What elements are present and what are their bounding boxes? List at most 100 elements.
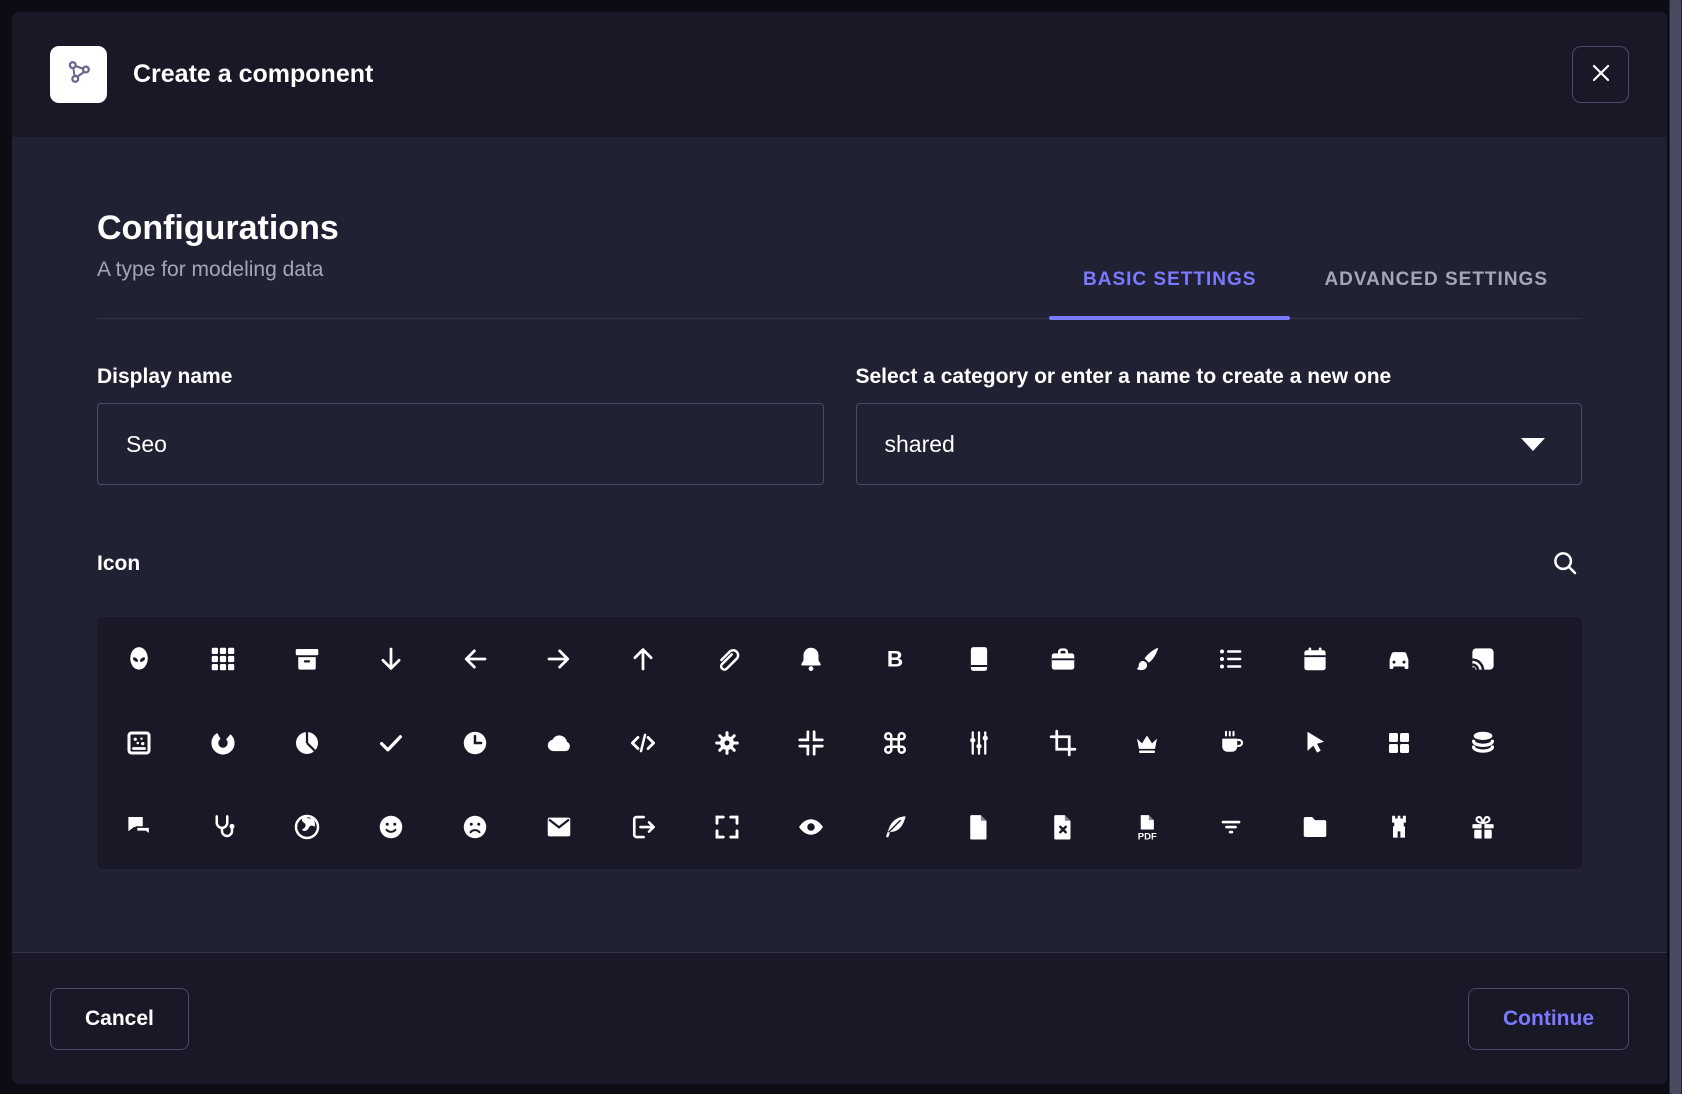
filter-icon (1216, 812, 1246, 842)
icon-option-feather[interactable] (853, 785, 937, 869)
gift-icon (1468, 812, 1498, 842)
icon-option-file[interactable] (937, 785, 1021, 869)
icon-option-exit[interactable] (601, 785, 685, 869)
icon-option-bold[interactable]: B (853, 617, 937, 701)
icon-option-bell[interactable] (769, 617, 853, 701)
cast-icon (1468, 644, 1498, 674)
bold-icon: B (880, 644, 910, 674)
bell-icon (796, 644, 826, 674)
doctor-icon (208, 812, 238, 842)
icon-option-earth[interactable] (265, 785, 349, 869)
emotion-unhappy-icon (460, 812, 490, 842)
book-icon (964, 644, 994, 674)
sliders-icon (964, 728, 994, 758)
scrollbar-thumb[interactable] (1670, 0, 1681, 1094)
brush-icon (1132, 644, 1162, 674)
icon-option-car[interactable] (1357, 617, 1441, 701)
icon-option-code[interactable] (601, 701, 685, 785)
icon-option-cursor[interactable] (1273, 701, 1357, 785)
arrow-up-icon (628, 644, 658, 674)
tab-advanced-settings[interactable]: ADVANCED SETTINGS (1290, 269, 1582, 318)
expand-icon (712, 812, 742, 842)
icon-option-eye[interactable] (769, 785, 853, 869)
icon-option-briefcase[interactable] (1021, 617, 1105, 701)
arrow-down-icon (376, 644, 406, 674)
cog-icon (712, 728, 742, 758)
icon-option-emotion-unhappy[interactable] (433, 785, 517, 869)
icon-option-cast[interactable] (1441, 617, 1525, 701)
icon-option-alien[interactable] (97, 617, 181, 701)
icon-option-envelope[interactable] (517, 785, 601, 869)
icon-option-brush[interactable] (1105, 617, 1189, 701)
category-select[interactable]: shared (856, 403, 1583, 485)
icon-option-cup[interactable] (1189, 701, 1273, 785)
bullet-list-icon (1216, 644, 1246, 674)
icon-option-sliders[interactable] (937, 701, 1021, 785)
crown-icon (1132, 728, 1162, 758)
icon-option-doctor[interactable] (181, 785, 265, 869)
icon-option-folder[interactable] (1273, 785, 1357, 869)
cloud-icon (544, 728, 574, 758)
cup-icon (1216, 728, 1246, 758)
close-button[interactable] (1572, 46, 1629, 103)
display-name-label: Display name (97, 365, 824, 389)
feather-icon (880, 812, 910, 842)
icon-label: Icon (97, 552, 140, 576)
calendar-icon (1300, 644, 1330, 674)
tab-basic-settings[interactable]: BASIC SETTINGS (1049, 269, 1290, 318)
icon-option-crop[interactable] (1021, 701, 1105, 785)
icon-option-apps[interactable] (181, 617, 265, 701)
icon-option-clock[interactable] (433, 701, 517, 785)
file-icon (964, 812, 994, 842)
page-title: Configurations (97, 209, 339, 248)
icon-option-command[interactable] (853, 701, 937, 785)
briefcase-icon (1048, 644, 1078, 674)
apps-icon (208, 644, 238, 674)
icon-search-button[interactable] (1548, 547, 1582, 581)
icon-option-archive[interactable] (265, 617, 349, 701)
display-name-field: Display name (97, 365, 824, 485)
icon-option-chart-circle[interactable] (181, 701, 265, 785)
icon-option-chart-bubble[interactable] (97, 701, 181, 785)
display-name-input[interactable] (97, 403, 824, 485)
icon-option-arrow-right[interactable] (517, 617, 601, 701)
icon-option-chart-pie[interactable] (265, 701, 349, 785)
chart-circle-icon (208, 728, 238, 758)
icon-option-arrow-left[interactable] (433, 617, 517, 701)
icon-option-file-error[interactable] (1021, 785, 1105, 869)
icon-option-crown[interactable] (1105, 701, 1189, 785)
icon-option-emotion-happy[interactable] (349, 785, 433, 869)
exit-icon (628, 812, 658, 842)
icon-option-book[interactable] (937, 617, 1021, 701)
icon-option-filter[interactable] (1189, 785, 1273, 869)
icon-option-expand[interactable] (685, 785, 769, 869)
category-select-value: shared (885, 431, 955, 458)
icon-option-calendar[interactable] (1273, 617, 1357, 701)
attachment-icon (712, 644, 742, 674)
icon-option-attachment[interactable] (685, 617, 769, 701)
cancel-button[interactable]: Cancel (50, 988, 189, 1050)
icon-option-gate[interactable] (1357, 785, 1441, 869)
create-component-modal: Create a component Configurations A type… (12, 12, 1667, 1084)
icon-option-dashboard[interactable] (1357, 701, 1441, 785)
section-titles: Configurations A type for modeling data (97, 209, 339, 318)
icon-option-file-pdf[interactable]: PDF (1105, 785, 1189, 869)
icon-option-discuss[interactable] (97, 785, 181, 869)
icon-option-arrow-down[interactable] (349, 617, 433, 701)
icon-option-check[interactable] (349, 701, 433, 785)
icon-option-bullet-list[interactable] (1189, 617, 1273, 701)
file-pdf-icon: PDF (1132, 812, 1162, 842)
alien-icon (124, 644, 154, 674)
category-label: Select a category or enter a name to cre… (856, 365, 1583, 389)
icon-option-collapse[interactable] (769, 701, 853, 785)
icon-option-cloud[interactable] (517, 701, 601, 785)
icon-option-cog[interactable] (685, 701, 769, 785)
icon-option-arrow-up[interactable] (601, 617, 685, 701)
icon-picker-head: Icon (97, 547, 1582, 581)
file-error-icon (1048, 812, 1078, 842)
icon-option-database[interactable] (1441, 701, 1525, 785)
icon-option-gift[interactable] (1441, 785, 1525, 869)
page-subtitle: A type for modeling data (97, 258, 339, 282)
page-scrollbar[interactable] (1669, 0, 1682, 1094)
continue-button[interactable]: Continue (1468, 988, 1629, 1050)
